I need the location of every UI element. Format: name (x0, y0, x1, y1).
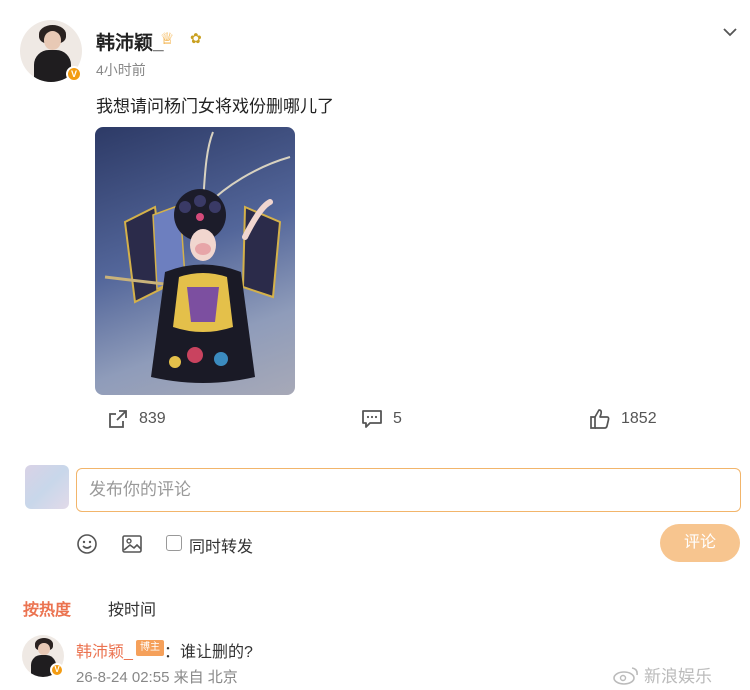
username[interactable]: 韩沛颖_ (96, 28, 164, 55)
share-icon (109, 410, 127, 428)
post-time: 4小时前 (96, 62, 146, 78)
comment-count: 5 (393, 410, 402, 427)
comment-meta: 26-8-24 02:55 来自 北京 (76, 669, 238, 686)
repost-checkbox[interactable] (166, 535, 182, 551)
post-text: 我想请问杨门女将戏份删哪儿了 (96, 97, 334, 116)
flower-icon: ✿ (190, 30, 202, 46)
watermark: 新浪娱乐 (612, 662, 712, 687)
submit-comment-button[interactable]: 评论 (660, 524, 740, 562)
comment-text: ：谁让删的? (164, 644, 253, 661)
repost-button[interactable]: 839 (107, 408, 166, 430)
watermark-text: 新浪娱乐 (644, 667, 712, 686)
post-image[interactable] (95, 127, 295, 395)
repost-checkbox-label: 同时转发 (189, 539, 254, 556)
comment-verified-badge-icon: V (50, 663, 64, 677)
verified-badge-icon: V (66, 66, 82, 82)
like-button[interactable]: 1852 (589, 408, 657, 430)
weibo-logo-icon (613, 666, 638, 685)
repost-count: 839 (139, 410, 166, 427)
tab-sort-hot[interactable]: 按热度 (23, 596, 71, 620)
chevron-down-icon[interactable] (720, 22, 740, 42)
peking-opera-performer-photo (104, 131, 291, 383)
comment-input[interactable] (76, 468, 741, 512)
thumbs-up-icon (590, 409, 610, 429)
author-badge: 博主 (136, 640, 164, 656)
tab-sort-time[interactable]: 按时间 (108, 596, 156, 620)
image-icon[interactable] (121, 533, 143, 555)
like-count: 1852 (621, 410, 657, 427)
commenter-avatar (25, 465, 69, 509)
comment-icon (362, 410, 382, 428)
emoji-icon[interactable] (76, 533, 98, 555)
crown-icon: ♕ (160, 31, 175, 48)
comment-button[interactable]: 5 (361, 408, 402, 430)
comment-username[interactable]: 韩沛颖_ (76, 638, 133, 662)
